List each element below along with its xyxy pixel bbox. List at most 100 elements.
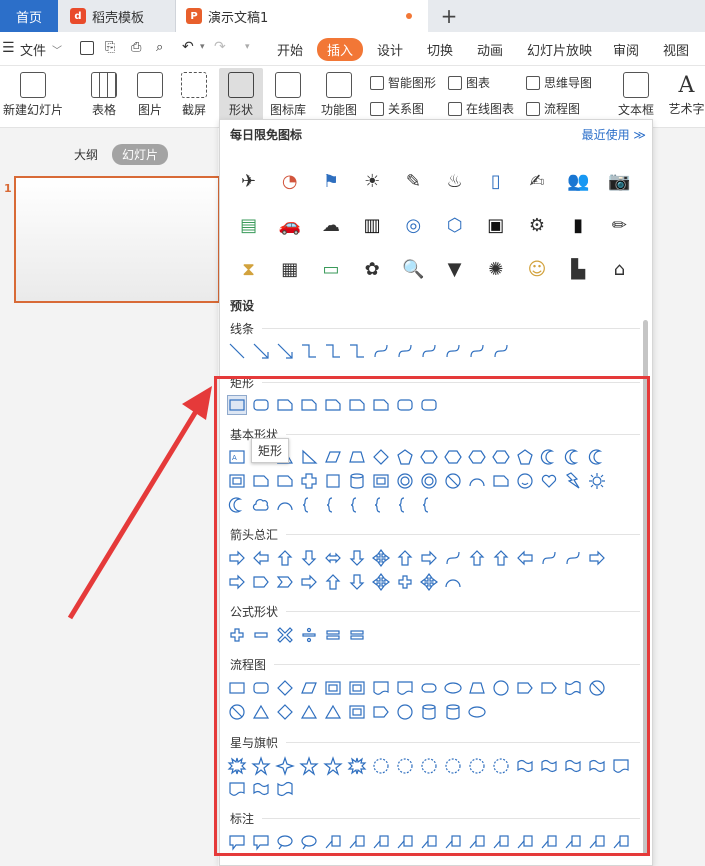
undo-dropdown-icon[interactable]: ▾ (200, 42, 205, 52)
menu-design[interactable]: 设计 (377, 40, 403, 59)
textbox-button[interactable]: 文本框 (612, 72, 660, 118)
menu-start[interactable]: 开始 (277, 40, 303, 59)
tab-document[interactable]: P 演示文稿1 (176, 0, 428, 32)
building-icon[interactable]: ▥ (361, 214, 383, 236)
book-icon[interactable]: ▯ (485, 170, 507, 192)
mindmap-button[interactable]: 思维导图 (526, 74, 592, 91)
bag-icon[interactable]: ▮ (567, 214, 589, 236)
chart-button[interactable]: 图表 (448, 74, 490, 91)
online-chart-button[interactable]: 在线图表 (448, 100, 514, 117)
table-button[interactable]: 表格 (86, 72, 122, 118)
tab-home[interactable]: 首页 (0, 0, 58, 32)
wordart-button[interactable]: A 艺术字 (668, 72, 705, 117)
line-elbow-icon[interactable] (324, 342, 342, 360)
search-doc-icon[interactable]: 🔍 (402, 258, 424, 280)
target-icon[interactable]: ◎ (402, 214, 424, 236)
chevron-down-icon[interactable]: ﹀ (52, 42, 62, 57)
undo-icon[interactable]: ↶ (182, 39, 194, 55)
function-chart-button[interactable]: 功能图 (314, 72, 364, 118)
hourglass-icon[interactable]: ⧗ (238, 258, 260, 280)
slides-tab[interactable]: 幻灯片 (112, 144, 169, 165)
shape-label: 形状 (228, 103, 253, 117)
icon-library-label: 图标库 (269, 103, 306, 117)
weather-icon[interactable]: ☁ (320, 214, 342, 236)
presentation-file-icon: P (186, 8, 202, 24)
file-menu[interactable]: 文件 (20, 40, 46, 59)
note-icon[interactable]: ✏ (608, 214, 630, 236)
hexagon-icon[interactable]: ⬡ (444, 214, 466, 236)
tree-icon[interactable]: ✿ (361, 258, 383, 280)
relation-chart-label: 关系图 (388, 102, 425, 116)
chart-label: 图表 (466, 76, 491, 90)
relation-chart-button[interactable]: 关系图 (370, 100, 424, 117)
section-lines: 线条 (230, 320, 640, 337)
line-curve-icon[interactable] (444, 342, 462, 360)
textbox-label: 文本框 (617, 103, 654, 117)
users-icon[interactable]: 👥 (567, 170, 589, 192)
flowchart-button[interactable]: 流程图 (526, 100, 580, 117)
line-curve-icon[interactable] (492, 342, 510, 360)
export-pdf-icon[interactable]: ⎘ (105, 40, 115, 55)
redo-dropdown-icon[interactable]: ▾ (245, 42, 250, 52)
line-elbow-icon[interactable] (348, 342, 366, 360)
line-curve-icon[interactable] (396, 342, 414, 360)
tab-template[interactable]: d 稻壳模板 (58, 0, 176, 32)
print-preview-icon[interactable]: ⌕ (156, 40, 163, 55)
line-arrowline-icon[interactable] (276, 342, 294, 360)
presentation-icon[interactable]: ▭ (320, 258, 342, 280)
drone-icon[interactable]: ✈ (238, 170, 260, 192)
mindmap-label: 思维导图 (544, 76, 593, 90)
redo-icon[interactable]: ↷ (214, 39, 226, 55)
new-slide-label: 新建幻灯片 (2, 103, 63, 117)
bar-chart-icon (448, 75, 462, 90)
tab-document-label: 演示文稿1 (208, 10, 269, 26)
lamp-icon[interactable]: ♨ (444, 170, 466, 192)
menu-review[interactable]: 审阅 (613, 40, 639, 59)
table-label: 表格 (91, 103, 116, 117)
screenshot-button[interactable]: 截屏 (176, 72, 212, 118)
new-tab-button[interactable]: + (438, 0, 460, 32)
contact-icon[interactable]: ▣ (485, 214, 507, 236)
menu-view[interactable]: 视图 (663, 40, 689, 59)
gear-icon[interactable]: ⚙ (526, 214, 548, 236)
camera-icon[interactable]: 📷 (608, 170, 630, 192)
wallet-icon[interactable]: ▤ (238, 214, 260, 236)
bulb-icon[interactable]: ☀ (361, 170, 383, 192)
slide-thumbnail[interactable] (14, 176, 220, 303)
document-edit-icon[interactable]: ✍ (526, 170, 548, 192)
editor-canvas[interactable] (650, 128, 705, 866)
home-icon[interactable]: ⌂ (608, 258, 630, 280)
sale-sign-icon[interactable]: ▦ (279, 258, 301, 280)
crab-icon[interactable]: ✺ (485, 258, 507, 280)
line-curve-icon[interactable] (372, 342, 390, 360)
line-arrowline-icon[interactable] (252, 342, 270, 360)
pie-chart-icon[interactable]: ◔ (279, 170, 301, 192)
unsaved-dot-icon (406, 13, 412, 19)
print-icon[interactable]: ⎙ (131, 40, 141, 55)
save-icon[interactable] (80, 41, 94, 55)
menu-transition[interactable]: 切换 (427, 40, 453, 59)
picture-button[interactable]: 图片 (132, 72, 168, 118)
smart-shape-button[interactable]: 智能图形 (370, 74, 436, 91)
outline-tab[interactable]: 大纲 (74, 146, 98, 163)
line-curve-icon[interactable] (468, 342, 486, 360)
new-slide-button[interactable]: 新建幻灯片 (0, 72, 66, 118)
icon-library-button[interactable]: 图标库 (268, 72, 308, 118)
line-line-icon[interactable] (228, 342, 246, 360)
online-chart-icon (448, 101, 462, 116)
recent-link[interactable]: 最近使用 ≫ (582, 126, 646, 143)
menu-insert[interactable]: 插入 (317, 38, 364, 61)
factory-icon[interactable]: ▙ (567, 258, 589, 280)
shape-button[interactable]: 形状 (219, 68, 263, 126)
menu-hamburger-icon[interactable]: ☰ (2, 40, 15, 56)
scissors-icon (181, 72, 207, 98)
car-icon[interactable]: 🚗 (279, 214, 301, 236)
menu-slideshow[interactable]: 幻灯片放映 (527, 40, 592, 59)
line-curve-icon[interactable] (420, 342, 438, 360)
pen-icon[interactable]: ✎ (402, 170, 424, 192)
flag-icon[interactable]: ⚑ (320, 170, 342, 192)
worker-icon[interactable]: ☺ (526, 258, 548, 280)
line-elbow-icon[interactable] (300, 342, 318, 360)
basket-icon[interactable]: ▼ (444, 258, 466, 280)
menu-animation[interactable]: 动画 (477, 40, 503, 59)
